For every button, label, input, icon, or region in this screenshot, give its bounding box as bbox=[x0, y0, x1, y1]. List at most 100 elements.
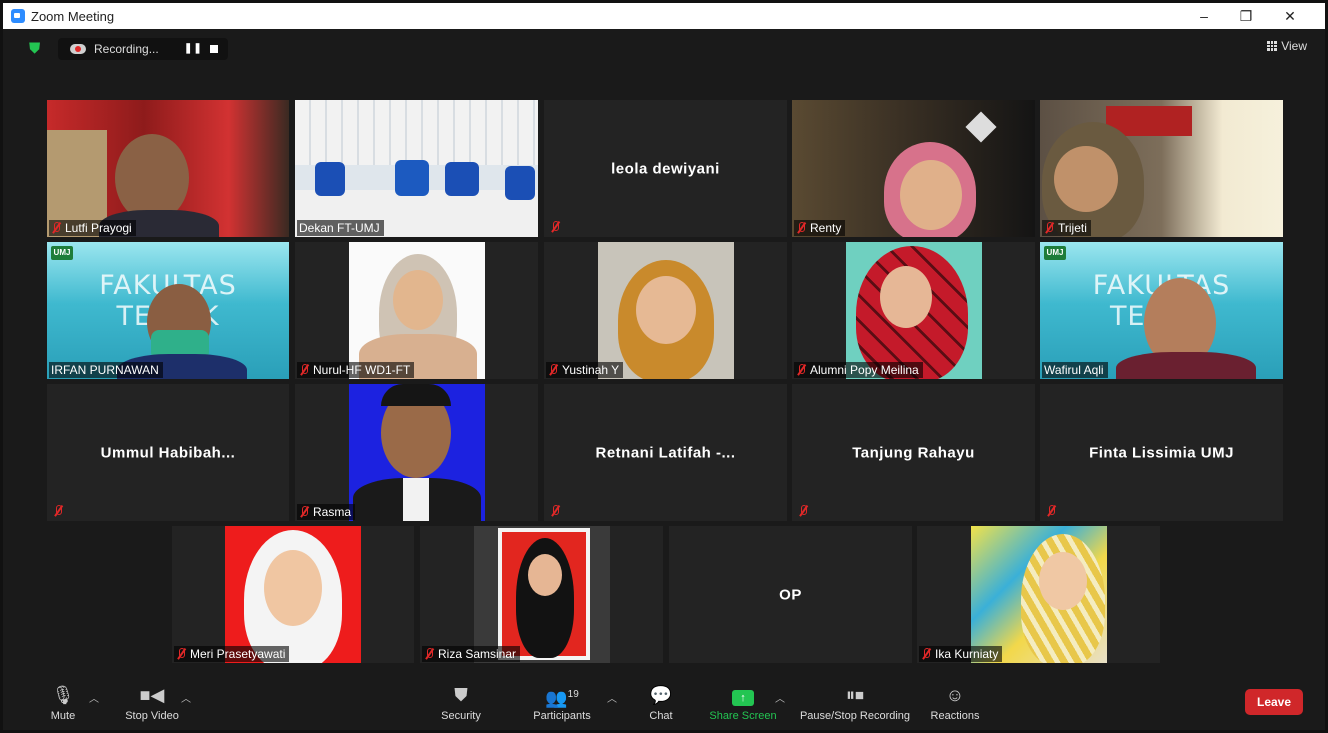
video-feed bbox=[1116, 352, 1256, 379]
muted-mic-icon bbox=[299, 506, 309, 518]
participant-tile[interactable]: Nurul-HF WD1-FT bbox=[295, 242, 538, 379]
participant-tile[interactable]: Yustinah Y bbox=[544, 242, 787, 379]
participant-name-display: leola dewiyani bbox=[611, 160, 720, 177]
muted-mic-icon bbox=[176, 648, 186, 660]
meeting-top-bar: ⛊ Recording... ❚❚ View bbox=[3, 29, 1325, 69]
zoom-window: Zoom Meeting – ❐ ✕ ⛊ Recording... ❚❚ Vie… bbox=[0, 0, 1328, 733]
video-feed bbox=[115, 134, 189, 222]
pause-recording-icon[interactable]: ❚❚ bbox=[184, 43, 203, 54]
participant-name-tag: Renty bbox=[794, 220, 846, 236]
muted-mic-icon bbox=[51, 222, 61, 234]
participant-name-tag: Trijeti bbox=[1042, 220, 1091, 236]
pause-stop-recording-button[interactable]: ⏸⏹ Pause/Stop Recording bbox=[793, 684, 917, 722]
participant-name-tag: Alumni Popy Meilina bbox=[794, 362, 923, 378]
muted-mic-icon bbox=[299, 364, 309, 376]
muted-mic-icon bbox=[548, 364, 558, 376]
participant-name-tag: IRFAN PURNAWAN bbox=[49, 362, 163, 378]
participant-name-tag: Lutfi Prayogi bbox=[49, 220, 136, 236]
participant-name-tag: Yustinah Y bbox=[546, 362, 624, 378]
muted-mic-icon bbox=[424, 648, 434, 660]
participant-tile[interactable]: Rasma bbox=[295, 384, 538, 521]
recording-indicator: Recording... ❚❚ bbox=[58, 38, 228, 60]
muted-mic-icon bbox=[550, 505, 560, 517]
title-bar: Zoom Meeting – ❐ ✕ bbox=[3, 3, 1325, 29]
pause-stop-recording-icon: ⏸⏹ bbox=[846, 685, 864, 705]
participant-name-display: Finta Lissimia UMJ bbox=[1089, 444, 1234, 461]
video-feed bbox=[636, 276, 696, 344]
reactions-smiley-icon: ☺ bbox=[945, 685, 965, 705]
window-title: Zoom Meeting bbox=[31, 8, 115, 24]
umj-logo: UMJ bbox=[51, 246, 73, 260]
cloud-recording-icon bbox=[70, 44, 86, 54]
muted-mic-icon bbox=[1046, 505, 1056, 517]
video-feed bbox=[1039, 552, 1087, 610]
security-button[interactable]: ⛊ Security bbox=[433, 684, 489, 722]
muted-mic-icon bbox=[796, 222, 806, 234]
share-screen-button[interactable]: ↑ Share Screen bbox=[703, 684, 783, 722]
participant-tile[interactable]: Ika Kurniaty bbox=[917, 526, 1160, 663]
chat-bubble-icon: 💬 bbox=[649, 685, 673, 705]
video-feed bbox=[900, 160, 962, 230]
participants-button[interactable]: 👥19 Participants bbox=[525, 684, 599, 722]
muted-mic-icon bbox=[798, 505, 808, 517]
participant-tile[interactable]: Meri Prasetyawati bbox=[172, 526, 414, 663]
encryption-shield-icon[interactable]: ⛊ bbox=[29, 41, 43, 57]
leave-button[interactable]: Leave bbox=[1245, 689, 1303, 715]
video-feed bbox=[880, 266, 932, 328]
participant-tile[interactable]: FAKULTAS TEKNIK UMJ IRFAN PURNAWAN bbox=[47, 242, 289, 379]
minimize-button[interactable]: – bbox=[1181, 3, 1227, 29]
audio-options-chevron-icon[interactable]: ︿ bbox=[89, 690, 99, 705]
participant-tile[interactable]: Riza Samsinar bbox=[420, 526, 663, 663]
participants-icon: 👥19 bbox=[545, 688, 579, 708]
video-feed bbox=[395, 160, 429, 196]
reactions-button[interactable]: ☺ Reactions bbox=[925, 684, 985, 722]
participant-tile[interactable]: Tanjung Rahayu bbox=[792, 384, 1035, 521]
participant-tile[interactable]: Trijeti bbox=[1040, 100, 1283, 237]
zoom-app-icon bbox=[11, 9, 25, 23]
stop-video-button[interactable]: ■◀ Stop Video bbox=[117, 684, 187, 722]
participant-tile[interactable]: leola dewiyani bbox=[544, 100, 787, 237]
share-options-chevron-icon[interactable]: ︿ bbox=[775, 690, 785, 705]
muted-mic-icon bbox=[921, 648, 931, 660]
participant-tile[interactable]: Finta Lissimia UMJ bbox=[1040, 384, 1283, 521]
close-button[interactable]: ✕ bbox=[1267, 3, 1313, 29]
participant-tile[interactable]: Alumni Popy Meilina bbox=[792, 242, 1035, 379]
participant-tile[interactable]: Retnani Latifah -... bbox=[544, 384, 787, 521]
meeting-toolbar: 🎙 Mute ︿ ■◀ Stop Video ︿ ⛊ Security 👥19 … bbox=[3, 680, 1325, 730]
participant-tile[interactable]: Ummul Habibah... bbox=[47, 384, 289, 521]
shield-icon: ⛊ bbox=[454, 685, 468, 705]
video-feed bbox=[445, 162, 479, 196]
participant-tile-active-speaker[interactable]: FAKULTAS TEKNIK UMJ Wafirul Aqli bbox=[1040, 242, 1283, 379]
participant-name-display: Retnani Latifah -... bbox=[595, 444, 736, 461]
participant-tile[interactable]: Lutfi Prayogi bbox=[47, 100, 289, 237]
video-feed bbox=[381, 384, 451, 406]
participants-options-chevron-icon[interactable]: ︿ bbox=[607, 690, 617, 705]
participant-tile[interactable]: Renty bbox=[792, 100, 1035, 237]
muted-mic-icon bbox=[550, 221, 560, 233]
video-feed bbox=[403, 478, 429, 521]
participants-count: 19 bbox=[567, 689, 579, 700]
recording-label: Recording... bbox=[94, 42, 159, 56]
participant-name-tag: Nurul-HF WD1-FT bbox=[297, 362, 415, 378]
video-camera-icon: ■◀ bbox=[139, 685, 165, 705]
participant-name-tag: Ika Kurniaty bbox=[919, 646, 1003, 662]
muted-mic-icon bbox=[796, 364, 806, 376]
participant-name-display: OP bbox=[779, 586, 802, 603]
restore-button[interactable]: ❐ bbox=[1223, 3, 1269, 29]
video-feed bbox=[528, 554, 562, 596]
chat-button[interactable]: 💬 Chat bbox=[641, 684, 681, 722]
participant-tile[interactable]: Dekan FT-UMJ bbox=[295, 100, 538, 237]
participant-name-tag: Dekan FT-UMJ bbox=[297, 220, 384, 236]
mute-button[interactable]: 🎙 Mute bbox=[45, 684, 81, 722]
video-options-chevron-icon[interactable]: ︿ bbox=[181, 690, 191, 705]
video-feed bbox=[295, 100, 538, 165]
video-feed bbox=[1054, 146, 1118, 212]
stop-recording-icon[interactable] bbox=[210, 45, 218, 53]
participant-tile[interactable]: OP bbox=[669, 526, 912, 663]
microphone-icon: 🎙 bbox=[51, 685, 75, 705]
view-button[interactable]: View bbox=[1267, 39, 1307, 53]
participant-name-tag: Wafirul Aqli bbox=[1042, 362, 1108, 378]
video-feed bbox=[264, 550, 322, 626]
umj-logo: UMJ bbox=[1044, 246, 1066, 260]
participant-name-tag: Rasma bbox=[297, 504, 356, 520]
